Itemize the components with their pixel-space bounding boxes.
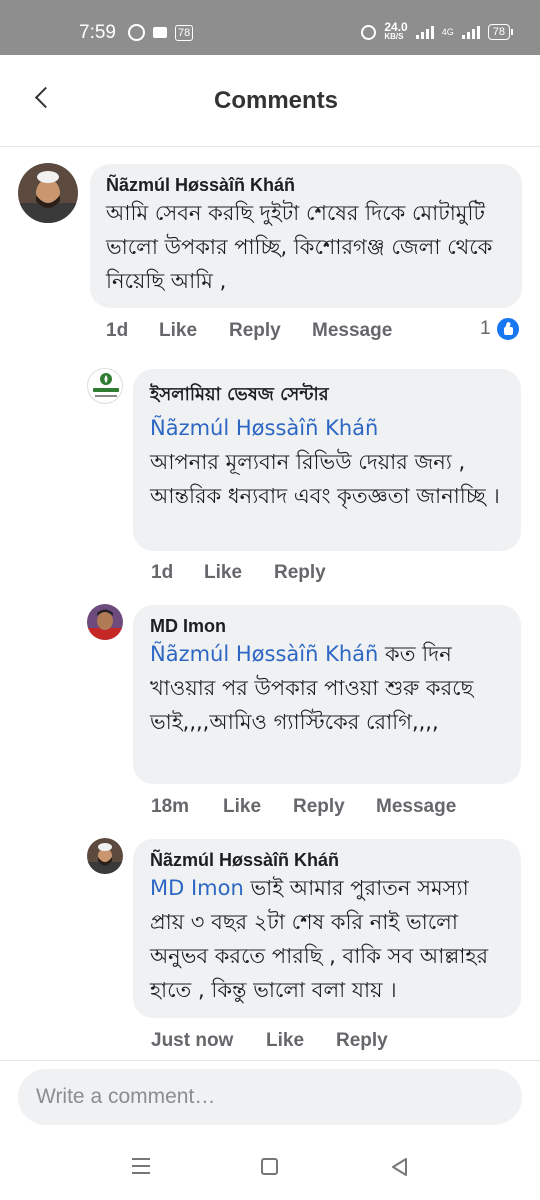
- comment-actions: Just now Like Reply: [151, 1030, 388, 1052]
- like-button[interactable]: Like: [159, 320, 229, 342]
- comment-time: 1d: [106, 320, 129, 341]
- comment-text: Ñãzmúl Høssàîñ Kháñ কত দিন খাওয়ার পর উপ…: [150, 642, 474, 734]
- status-bar: 7:59 78 24.0 KB/S 4G 78: [0, 0, 540, 55]
- header: Comments: [0, 55, 540, 147]
- avatar[interactable]: [87, 368, 123, 404]
- comment-bubble: MD Imon Ñãzmúl Høssàîñ Kháñ কত দিন খাওয়…: [133, 605, 521, 784]
- comment-time: 18m: [151, 796, 190, 817]
- network-type: 4G: [441, 27, 454, 37]
- battery-icon: 78: [487, 24, 514, 40]
- like-button[interactable]: Like: [223, 796, 293, 818]
- comment-author[interactable]: Ñãzmúl Høssàîñ Kháñ: [106, 175, 506, 196]
- comment-composer: [0, 1060, 540, 1140]
- status-notification-icons: 78: [128, 24, 194, 41]
- avatar[interactable]: [18, 163, 78, 223]
- status-time: 7:59: [79, 22, 116, 43]
- home-icon[interactable]: [261, 1158, 278, 1175]
- avatar[interactable]: [87, 604, 123, 640]
- mention-link[interactable]: Ñãzmúl Høssàîñ Kháñ: [150, 416, 378, 440]
- reaction-count: 1: [480, 318, 491, 339]
- reply-button[interactable]: Reply: [274, 562, 326, 584]
- like-button[interactable]: Like: [204, 562, 274, 584]
- like-reaction-icon: [495, 317, 520, 341]
- avatar-image: [18, 163, 78, 223]
- cell-signal-icon: [461, 25, 480, 39]
- sync-icon: [128, 24, 145, 41]
- mention-link[interactable]: MD Imon: [150, 876, 244, 900]
- like-button[interactable]: Like: [266, 1030, 336, 1052]
- comment-bubble: ইসলামিয়া ভেষজ সেন্টার Ñãzmúl Høssàîñ Kh…: [133, 369, 521, 551]
- alarm-icon: [361, 24, 377, 40]
- recent-apps-icon[interactable]: [132, 1158, 150, 1174]
- message-icon: [153, 27, 167, 38]
- page-title: Comments: [213, 87, 339, 114]
- comment-author[interactable]: Ñãzmúl Høssàîñ Kháñ: [150, 850, 504, 871]
- comment-bubble: Ñãzmúl Høssàîñ Kháñ আমি সেবন করছি দুইটা …: [90, 164, 522, 308]
- message-button[interactable]: Message: [312, 320, 392, 342]
- comment-bubble: Ñãzmúl Høssàîñ Kháñ MD Imon ভাই আমার পুর…: [133, 839, 521, 1018]
- network-speed: 24.0 KB/S: [384, 20, 408, 41]
- avatar-image: [87, 838, 123, 874]
- message-button[interactable]: Message: [376, 796, 456, 818]
- reply-button[interactable]: Reply: [293, 796, 376, 818]
- comment-author[interactable]: ইসলামিয়া ভেষজ সেন্টার: [150, 380, 504, 411]
- system-nav-bar: [0, 1140, 540, 1200]
- comment-text: MD Imon ভাই আমার পুরাতন সমস্যা প্রায় ৩ …: [150, 876, 488, 1002]
- comment-input[interactable]: [18, 1069, 522, 1125]
- avatar-image: [87, 604, 123, 640]
- comment-actions: 1d Like Reply Message: [106, 320, 392, 342]
- reply-button[interactable]: Reply: [336, 1030, 388, 1052]
- reaction-summary[interactable]: 1: [480, 317, 520, 341]
- islamia-logo-icon: [93, 373, 119, 397]
- wifi-signal-icon: [415, 25, 434, 39]
- comment-actions: 18m Like Reply Message: [151, 796, 456, 818]
- comment-time: 1d: [151, 562, 174, 583]
- comment-time: Just now: [151, 1030, 234, 1051]
- reply-button[interactable]: Reply: [229, 320, 312, 342]
- mention-link[interactable]: Ñãzmúl Høssàîñ Kháñ: [150, 642, 378, 666]
- avatar[interactable]: [87, 838, 123, 874]
- comment-text: আমি সেবন করছি দুইটা শেষের দিকে মোটামুটি …: [106, 201, 493, 293]
- status-right-icons: 24.0 KB/S 4G 78: [361, 20, 514, 42]
- comment-actions: 1d Like Reply: [151, 562, 326, 584]
- notification-badge: 78: [175, 24, 194, 41]
- nav-back-icon[interactable]: [390, 1157, 410, 1177]
- comment-text: Ñãzmúl Høssàîñ Kháñ আপনার মূল্যবান রিভিউ …: [150, 416, 500, 508]
- comment-author[interactable]: MD Imon: [150, 616, 504, 637]
